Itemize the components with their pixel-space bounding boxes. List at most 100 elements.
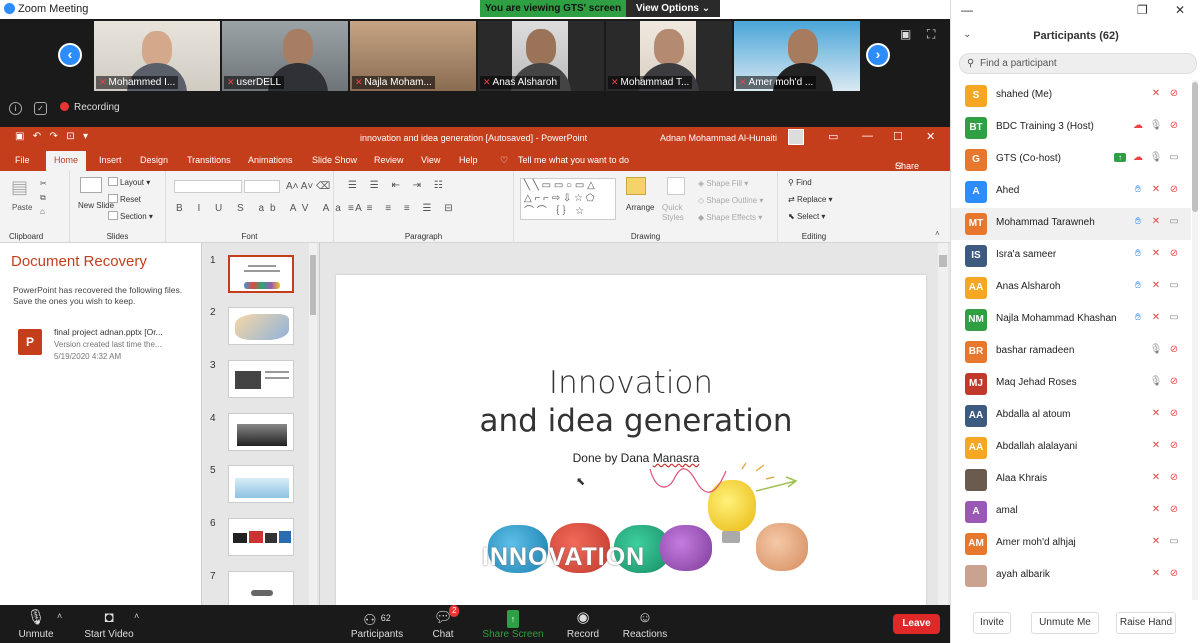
reset-button[interactable]: Reset	[108, 194, 141, 204]
tab-animations[interactable]: Animations	[248, 155, 293, 165]
tell-me-search[interactable]: Tell me what you want to do	[518, 155, 629, 165]
video-tile[interactable]: ✕ userDELL	[222, 21, 348, 91]
slide-number: 3	[210, 360, 216, 371]
participant-row[interactable]: AA Abdalla al atoum ✕ ⊘	[951, 400, 1191, 432]
tab-home[interactable]: Home	[46, 151, 87, 171]
video-tile[interactable]: ✕ Mohammed I...	[94, 21, 220, 91]
quick-styles-icon[interactable]	[667, 177, 685, 195]
shape-outline-button[interactable]: ◇ Shape Outline ▾	[698, 196, 763, 205]
unmute-me-button[interactable]: Unmute Me	[1031, 612, 1099, 634]
layout-button[interactable]: Layout ▾	[108, 177, 150, 187]
participant-row[interactable]: AA Abdallah alalayani ✕ ⊘	[951, 432, 1191, 464]
font-size-select[interactable]	[244, 180, 280, 193]
quick-styles-button[interactable]: Quick Styles	[662, 203, 692, 223]
participant-row[interactable]: MJ Maq Jehad Roses 🎙︎ ⊘	[951, 368, 1191, 400]
tab-slide-show[interactable]: Slide Show	[312, 155, 357, 165]
paste-label[interactable]: Paste	[12, 203, 32, 212]
tab-review[interactable]: Review	[374, 155, 404, 165]
participant-row[interactable]: MT Mohammad Tarawneh ✋︎ ✕ ▭	[951, 208, 1191, 240]
participant-row[interactable]: BT BDC Training 3 (Host) ☁ 🎙︎ ⊘	[951, 112, 1191, 144]
thumbnails-scrollbar[interactable]	[309, 243, 317, 605]
participant-row[interactable]: A Ahed ✋︎ ✕ ⊘	[951, 176, 1191, 208]
participant-name: Isra'a sameer	[996, 249, 1057, 260]
prev-videos-button[interactable]: ‹	[58, 43, 82, 67]
participant-row[interactable]: ayah albarik ✕ ⊘	[951, 560, 1191, 592]
section-button[interactable]: Section ▾	[108, 211, 153, 221]
copy-icon[interactable]: ⧉	[40, 193, 46, 203]
raise-hand-button[interactable]: Raise Hand	[1116, 612, 1176, 634]
canvas-scrollbar[interactable]	[938, 243, 948, 605]
font-grow-icon[interactable]: A˄ A˅ ⌫	[286, 181, 330, 192]
format-painter-icon[interactable]: ⌂	[40, 207, 45, 216]
restore-window-icon[interactable]: ❐	[1137, 3, 1148, 17]
participant-row[interactable]: NM Najla Mohammad Khashan ✋︎ ✕ ▭	[951, 304, 1191, 336]
participant-list-scrollbar[interactable]	[1192, 80, 1198, 600]
select-button[interactable]: ⬉ Select ▾	[788, 212, 825, 221]
current-slide[interactable]: Innovation and idea generation Done by D…	[336, 275, 926, 605]
participant-row[interactable]: Aamal ✕ ⊘	[951, 496, 1191, 528]
find-button[interactable]: ⚲ Find	[788, 178, 812, 187]
minimize-icon[interactable]: —	[862, 130, 873, 142]
participant-status-icons: ↑ ☁ 🎙︎ ▭	[1114, 152, 1183, 163]
invite-button[interactable]: Invite	[973, 612, 1011, 634]
participant-row[interactable]: AA Anas Alsharoh ✋︎ ✕ ▭	[951, 272, 1191, 304]
participant-search-input[interactable]: ⚲ Find a participant	[959, 53, 1197, 74]
minimize-window-icon[interactable]: —	[961, 3, 973, 17]
video-tile[interactable]: ✕ Amer moh'd ...	[734, 21, 860, 91]
video-tile[interactable]: ✕ Najla Moham...	[350, 21, 476, 91]
participant-row[interactable]: AM Amer moh'd alhjaj ✕ ▭	[951, 528, 1191, 560]
list-icons[interactable]: ☰ ☰ ⇤ ⇥ ☷	[348, 180, 448, 191]
leave-button[interactable]: Leave	[893, 614, 940, 634]
tab-help[interactable]: Help	[459, 155, 478, 165]
close-window-icon[interactable]: ✕	[1175, 3, 1185, 17]
collapse-ribbon-icon[interactable]: ˄	[935, 229, 940, 238]
replace-icon: ⇄	[788, 195, 795, 204]
next-videos-button[interactable]: ›	[866, 43, 890, 67]
arrange-button[interactable]: Arrange	[626, 203, 654, 212]
tab-file[interactable]: File	[15, 155, 30, 165]
chat-button[interactable]: 💬︎ 2 Chat	[403, 605, 483, 643]
participant-row[interactable]: IS Isra'a sameer ✋︎ ✕ ⊘	[951, 240, 1191, 272]
shapes-gallery[interactable]: ╲ ╲ ▭ ▭ ○ ▭ △ △ ⌐ ⌐ ⇨ ⇩ ☆ ⬠ ⌒ ⌒ ｛ ｝ ☆	[520, 178, 616, 220]
maximize-icon[interactable]: ☐	[893, 130, 903, 143]
tab-transitions[interactable]: Transitions	[187, 155, 231, 165]
view-options-button[interactable]: View Options ⌄	[626, 0, 720, 17]
audio-options-caret-icon[interactable]: ˄	[57, 611, 62, 621]
video-options-caret-icon[interactable]: ˄	[134, 611, 139, 621]
participant-row[interactable]: Sshahed (Me) ✕ ⊘	[951, 80, 1191, 112]
present-icon[interactable]: ⊡	[66, 131, 74, 142]
arrange-icon[interactable]	[626, 177, 646, 195]
video-off-icon: ⊘	[1169, 408, 1179, 419]
align-icons[interactable]: ≡ ≡ ≡ ≡ ☰ ⊟	[348, 203, 458, 214]
tab-view[interactable]: View	[421, 155, 440, 165]
participant-row[interactable]: G GTS (Co-host) ↑ ☁ 🎙︎ ▭	[951, 144, 1191, 176]
ribbon-display-icon[interactable]: ▭	[828, 130, 838, 143]
layout-icon[interactable]: ▣	[900, 27, 911, 41]
save-icon[interactable]: ▣	[15, 131, 24, 142]
fullscreen-icon[interactable]: ⛶	[927, 27, 935, 42]
shield-icon[interactable]: ✓	[34, 102, 47, 115]
font-family-select[interactable]	[174, 180, 242, 193]
participant-row[interactable]: Alaa Khrais ✕ ⊘	[951, 464, 1191, 496]
replace-button[interactable]: ⇄ Replace ▾	[788, 195, 833, 204]
close-icon[interactable]: ✕	[926, 130, 935, 143]
unmute-button[interactable]: 🎙︎ Unmute	[0, 605, 76, 643]
participant-status-icons: ✋︎ ✕ ⊘	[1129, 184, 1183, 195]
info-icon[interactable]: i	[9, 102, 22, 115]
redo-icon[interactable]: ↷	[50, 131, 58, 142]
tab-insert[interactable]: Insert	[99, 155, 122, 165]
recording-indicator[interactable]: Recording	[60, 102, 120, 113]
undo-icon[interactable]: ↶	[33, 131, 41, 142]
reactions-button[interactable]: ☺ Reactions	[605, 605, 685, 643]
cut-icon[interactable]: ✂	[40, 179, 47, 188]
participant-row[interactable]: BR bashar ramadeen 🎙︎ ⊘	[951, 336, 1191, 368]
tab-design[interactable]: Design	[140, 155, 168, 165]
customize-qat-icon[interactable]: ▾	[83, 131, 88, 142]
video-tile[interactable]: ✕ Anas Alsharoh	[478, 21, 604, 91]
shape-effects-button[interactable]: ◆ Shape Effects ▾	[698, 213, 762, 222]
share-screen-button[interactable]: ↑ Share Screen	[473, 605, 553, 643]
paste-icon[interactable]: ▤	[11, 177, 28, 198]
video-tile[interactable]: ✕ Mohammad T...	[606, 21, 732, 91]
shape-fill-button[interactable]: ◈ Shape Fill ▾	[698, 179, 748, 188]
new-slide-icon[interactable]	[80, 177, 102, 193]
